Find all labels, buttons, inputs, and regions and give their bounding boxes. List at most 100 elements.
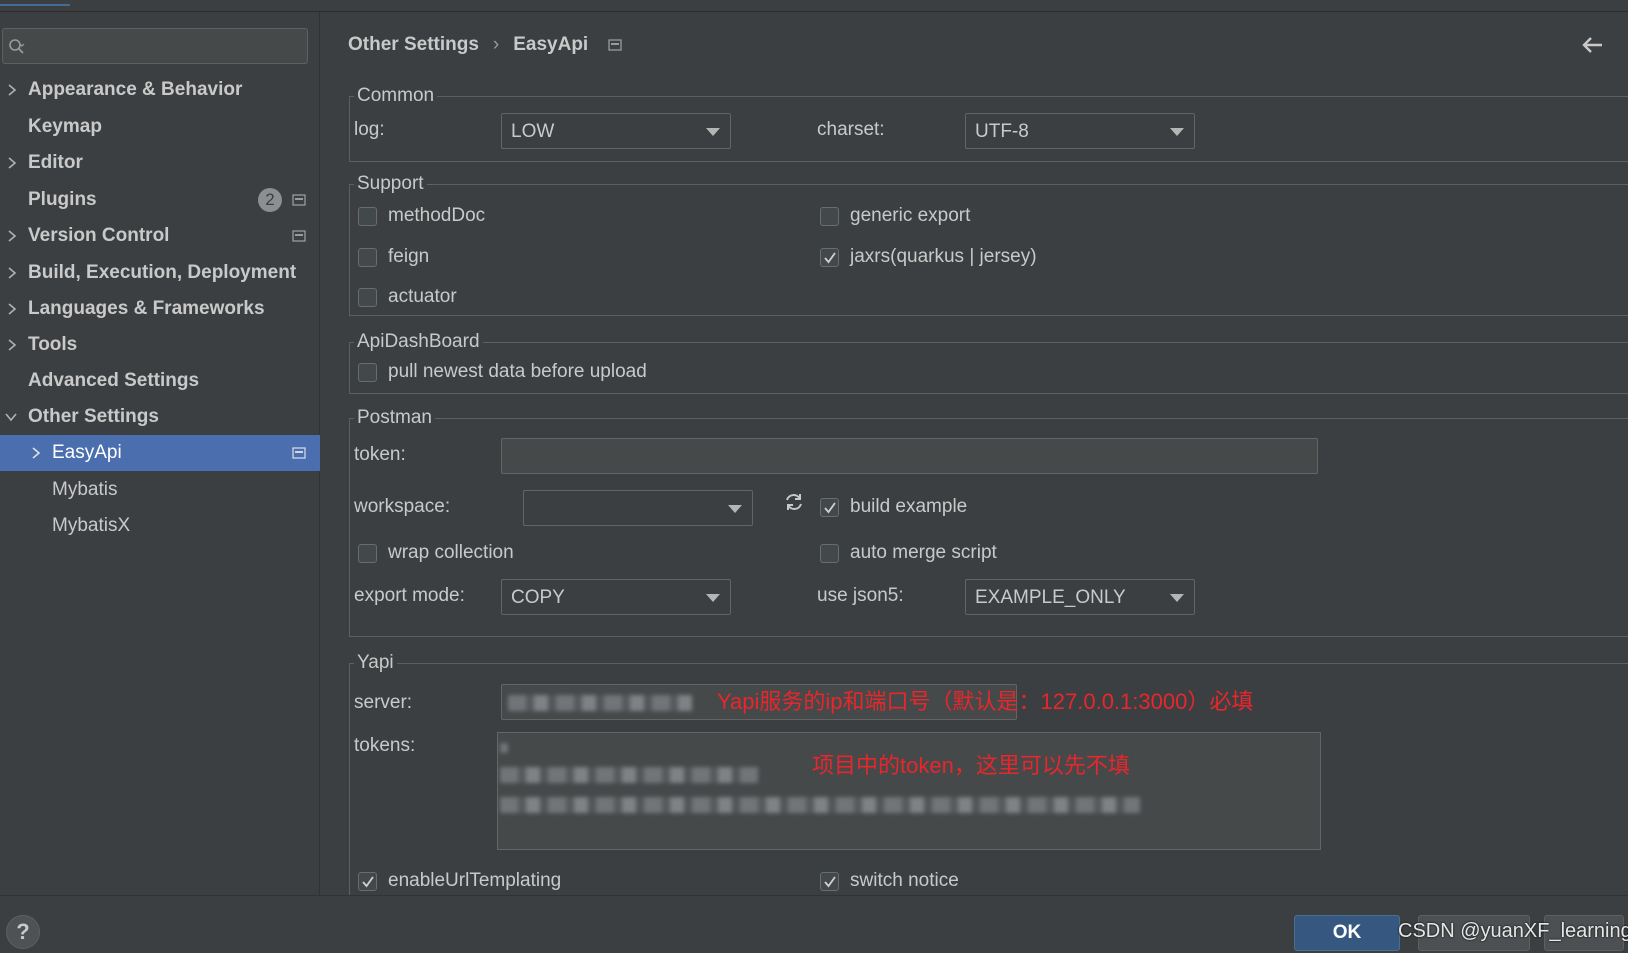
charset-value: UTF-8 xyxy=(975,121,1029,142)
settings-sidebar: Appearance & Behavior Keymap Editor Plug… xyxy=(0,12,320,895)
method-doc-checkbox[interactable]: methodDoc xyxy=(358,205,485,227)
dropdown-arrow-icon xyxy=(706,594,720,602)
support-legend: Support xyxy=(354,173,427,195)
back-arrow-icon[interactable] xyxy=(1580,35,1604,55)
support-group: Support methodDoc generic export feign j… xyxy=(349,173,1628,316)
refresh-icon[interactable] xyxy=(783,491,805,513)
log-combobox[interactable]: LOW xyxy=(501,113,731,149)
dropdown-arrow-icon xyxy=(1170,128,1184,136)
checkmark-icon xyxy=(824,875,836,887)
common-group: Common log: LOW charset: UTF-8 xyxy=(349,85,1628,162)
jaxrs-checkbox[interactable]: jaxrs(quarkus | jersey) xyxy=(820,246,1037,268)
actuator-checkbox[interactable]: actuator xyxy=(358,286,457,308)
sidebar-item-easyapi[interactable]: EasyApi xyxy=(0,435,320,471)
export-mode-combobox[interactable]: COPY xyxy=(501,579,731,615)
sidebar-item-label: Editor xyxy=(28,152,83,173)
sidebar-item-tools[interactable]: Tools xyxy=(0,327,320,363)
sidebar-item-label: Appearance & Behavior xyxy=(28,79,243,100)
chevron-right-icon xyxy=(8,84,17,96)
checkbox-box xyxy=(358,871,377,891)
api-dashboard-group: ApiDashBoard pull newest data before upl… xyxy=(349,331,1628,394)
wrap-collection-checkbox[interactable]: wrap collection xyxy=(358,542,514,564)
checkbox-label: wrap collection xyxy=(388,542,514,563)
export-mode-label: export mode: xyxy=(354,585,465,606)
breadcrumb-current: EasyApi xyxy=(513,34,589,55)
checkbox-box xyxy=(358,362,377,382)
sidebar-item-build[interactable]: Build, Execution, Deployment xyxy=(0,255,320,291)
use-json5-value: EXAMPLE_ONLY xyxy=(975,587,1126,608)
sidebar-item-label: Build, Execution, Deployment xyxy=(28,262,297,283)
chevron-right-icon xyxy=(8,230,17,242)
search-icon xyxy=(9,39,25,54)
feign-checkbox[interactable]: feign xyxy=(358,246,429,268)
use-json5-label: use json5: xyxy=(817,585,904,606)
use-json5-combobox[interactable]: EXAMPLE_ONLY xyxy=(965,579,1195,615)
sidebar-item-label: MybatisX xyxy=(52,515,131,536)
tokens-annotation: 项目中的token，这里可以先不填 xyxy=(812,753,1130,778)
workspace-combobox[interactable] xyxy=(523,490,753,526)
sidebar-item-mybatisx[interactable]: MybatisX xyxy=(0,508,320,544)
checkbox-box xyxy=(358,287,377,307)
log-value: LOW xyxy=(511,121,555,142)
redacted-token xyxy=(500,767,758,783)
sidebar-item-appearance[interactable]: Appearance & Behavior xyxy=(0,72,320,108)
search-field[interactable] xyxy=(2,28,308,64)
checkbox-box xyxy=(820,206,839,226)
pull-newest-checkbox[interactable]: pull newest data before upload xyxy=(358,361,647,383)
switch-notice-checkbox[interactable]: switch notice xyxy=(820,870,959,892)
sidebar-item-label: EasyApi xyxy=(52,442,122,463)
auto-merge-checkbox[interactable]: auto merge script xyxy=(820,542,997,564)
sidebar-item-languages[interactable]: Languages & Frameworks xyxy=(0,291,320,327)
checkmark-icon xyxy=(824,501,836,513)
project-level-icon xyxy=(292,194,306,206)
sidebar-item-label: Plugins xyxy=(28,189,97,210)
help-button[interactable]: ? xyxy=(6,915,40,949)
checkbox-label: actuator xyxy=(388,286,457,307)
sidebar-item-editor[interactable]: Editor xyxy=(0,145,320,181)
watermark: CSDN @yuanXF_learning xyxy=(1398,920,1628,942)
plugins-update-badge: 2 xyxy=(258,188,282,212)
checkbox-label: pull newest data before upload xyxy=(388,361,647,382)
build-example-checkbox[interactable]: build example xyxy=(820,496,967,518)
checkmark-icon xyxy=(824,251,836,263)
redacted-token xyxy=(500,797,1140,813)
sidebar-item-version-control[interactable]: Version Control xyxy=(0,218,320,254)
dialog-footer: ? OK CSDN @yuanXF_learning xyxy=(0,895,1628,953)
dropdown-arrow-icon xyxy=(706,128,720,136)
checkmark-icon xyxy=(362,875,374,887)
ok-button[interactable]: OK xyxy=(1294,915,1400,951)
sidebar-item-label: Keymap xyxy=(28,116,102,137)
sidebar-item-other-settings[interactable]: Other Settings xyxy=(0,399,320,435)
project-level-icon xyxy=(608,39,622,51)
sidebar-item-plugins[interactable]: Plugins 2 xyxy=(0,182,320,218)
dropdown-arrow-icon xyxy=(728,505,742,513)
breadcrumb-parent[interactable]: Other Settings xyxy=(348,34,479,56)
chevron-down-icon xyxy=(5,413,17,422)
redacted-server xyxy=(508,695,692,711)
postman-group: Postman token: workspace: build example … xyxy=(349,407,1628,637)
dropdown-arrow-icon xyxy=(1170,594,1184,602)
sidebar-item-advanced[interactable]: Advanced Settings xyxy=(0,363,320,399)
server-label: server: xyxy=(354,692,413,713)
sidebar-item-keymap[interactable]: Keymap xyxy=(0,109,320,145)
checkbox-box xyxy=(820,871,839,891)
chevron-right-icon xyxy=(8,339,17,351)
chevron-right-icon xyxy=(8,303,17,315)
settings-content: Other Settings › EasyApi Common log: LOW… xyxy=(321,12,1628,923)
enable-url-templating-checkbox[interactable]: enableUrlTemplating xyxy=(358,870,561,892)
title-bar xyxy=(0,0,1628,12)
checkbox-label: enableUrlTemplating xyxy=(388,870,562,891)
redacted-token xyxy=(500,743,508,753)
generic-export-checkbox[interactable]: generic export xyxy=(820,205,970,227)
checkbox-box xyxy=(820,543,839,563)
sidebar-item-mybatis[interactable]: Mybatis xyxy=(0,472,320,508)
chevron-right-icon xyxy=(8,157,17,169)
dashboard-legend: ApiDashBoard xyxy=(354,331,483,353)
sidebar-item-label: Other Settings xyxy=(28,406,159,427)
postman-token-input[interactable] xyxy=(501,438,1318,474)
token-label: token: xyxy=(354,444,406,465)
charset-label: charset: xyxy=(817,119,885,140)
sidebar-item-label: Mybatis xyxy=(52,479,118,500)
chevron-right-icon xyxy=(8,267,17,279)
charset-combobox[interactable]: UTF-8 xyxy=(965,113,1195,149)
